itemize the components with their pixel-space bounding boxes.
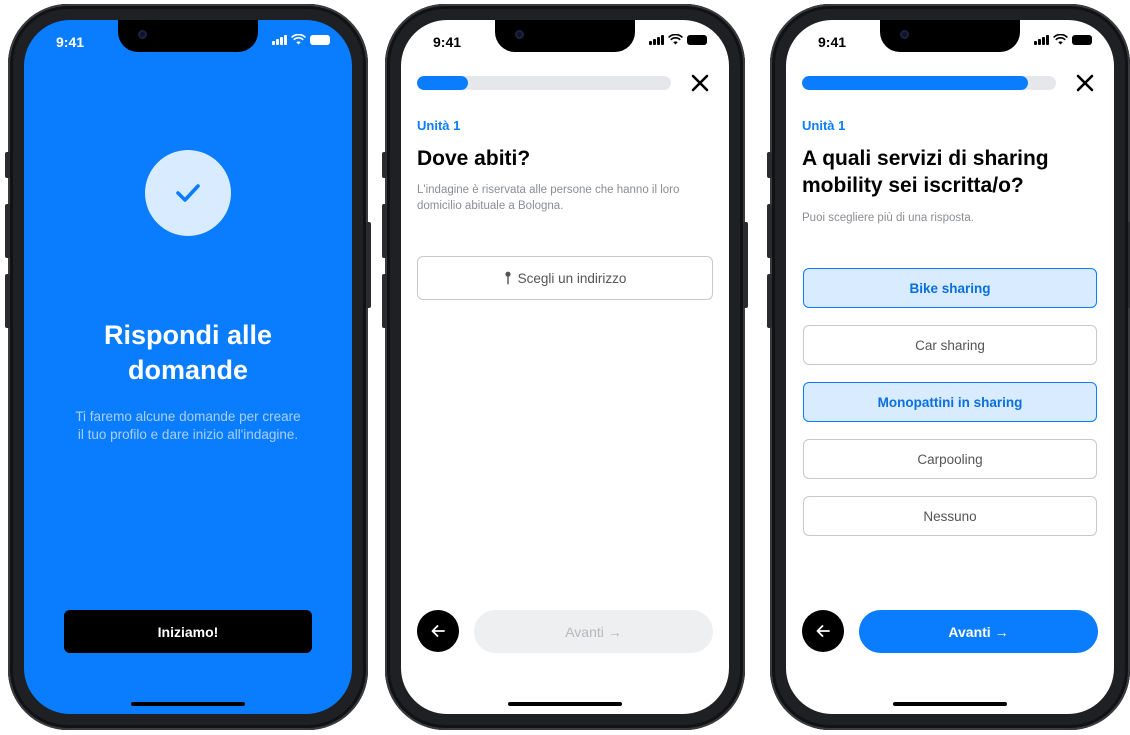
side-button (767, 204, 772, 258)
next-button[interactable]: Avanti → (474, 610, 713, 653)
screen-address: 9:41 Unità 1 Dove abiti? L'indagine è ri… (401, 20, 729, 714)
arrow-left-icon (431, 625, 445, 637)
signal-icon (272, 34, 287, 45)
status-time: 9:41 (56, 34, 85, 50)
side-button (767, 152, 772, 178)
question-description: L'indagine è riservata alle persone che … (417, 184, 680, 212)
notch (118, 20, 258, 52)
choose-address-label: Scegli un indirizzo (517, 270, 627, 286)
wifi-icon (668, 34, 683, 45)
option-button[interactable]: Car sharing (803, 325, 1097, 365)
back-button[interactable] (417, 610, 459, 652)
next-button[interactable]: Avanti → (859, 610, 1098, 653)
status-icons (1034, 34, 1092, 45)
home-indicator[interactable] (508, 702, 622, 706)
battery-icon (687, 34, 707, 45)
start-button[interactable]: Iniziamo! (64, 610, 312, 653)
side-button (5, 152, 10, 178)
side-button (382, 274, 387, 328)
status-icons (272, 34, 330, 45)
side-button (767, 274, 772, 328)
progress-bar (417, 76, 671, 90)
status-icons (649, 34, 707, 45)
unit-label: Unità 1 (417, 118, 461, 133)
battery-icon (310, 34, 330, 45)
screen-sharing: 9:41 Unità 1 A quali servizi di sharing … (786, 20, 1114, 714)
side-button (743, 222, 748, 308)
question-title: Dove abiti? (417, 147, 531, 170)
signal-icon (649, 34, 664, 45)
intro-title: Rispondi alle domande (103, 320, 273, 385)
phone-frame-2: 9:41 Unità 1 Dove abiti? L'indagine è ri… (382, 4, 748, 730)
option-button[interactable]: Nessuno (803, 496, 1097, 536)
check-badge (145, 150, 231, 236)
pin-icon (504, 271, 511, 285)
wifi-icon (291, 34, 306, 45)
home-indicator[interactable] (893, 702, 1007, 706)
progress-fill (802, 76, 1029, 90)
wifi-icon (1053, 34, 1068, 45)
close-icon[interactable] (1074, 72, 1096, 94)
check-icon (176, 184, 200, 202)
question-title: A quali servizi di sharing mobility sei … (802, 147, 1049, 197)
home-indicator[interactable] (131, 702, 245, 706)
camera (515, 30, 524, 39)
battery-icon (1072, 34, 1092, 45)
status-time: 9:41 (818, 34, 847, 50)
side-button (366, 222, 371, 308)
side-button (5, 204, 10, 258)
notch (880, 20, 1020, 52)
side-button (382, 204, 387, 258)
side-button (382, 152, 387, 178)
choose-address-button[interactable]: Scegli un indirizzo (417, 256, 713, 300)
arrow-left-icon (816, 625, 830, 637)
back-button[interactable] (802, 610, 844, 652)
camera (138, 30, 147, 39)
camera (900, 30, 909, 39)
progress-bar (802, 76, 1056, 90)
side-button (5, 274, 10, 328)
signal-icon (1034, 34, 1049, 45)
option-button[interactable]: Bike sharing (803, 268, 1097, 308)
option-button[interactable]: Carpooling (803, 439, 1097, 479)
close-icon[interactable] (689, 72, 711, 94)
phone-frame-1: 9:41 Rispondi alle domande Ti faremo alc… (5, 4, 371, 730)
notch (495, 20, 635, 52)
status-time: 9:41 (433, 34, 462, 50)
progress-fill (417, 76, 468, 90)
phone-frame-3: 9:41 Unità 1 A quali servizi di sharing … (767, 4, 1130, 730)
option-button[interactable]: Monopattini in sharing (803, 382, 1097, 422)
screen-intro: 9:41 Rispondi alle domande Ti faremo alc… (24, 20, 352, 714)
unit-label: Unità 1 (802, 118, 846, 133)
intro-description: Ti faremo alcune domande per creare il t… (75, 409, 301, 442)
question-description: Puoi scegliere più di una risposta. (802, 212, 974, 224)
